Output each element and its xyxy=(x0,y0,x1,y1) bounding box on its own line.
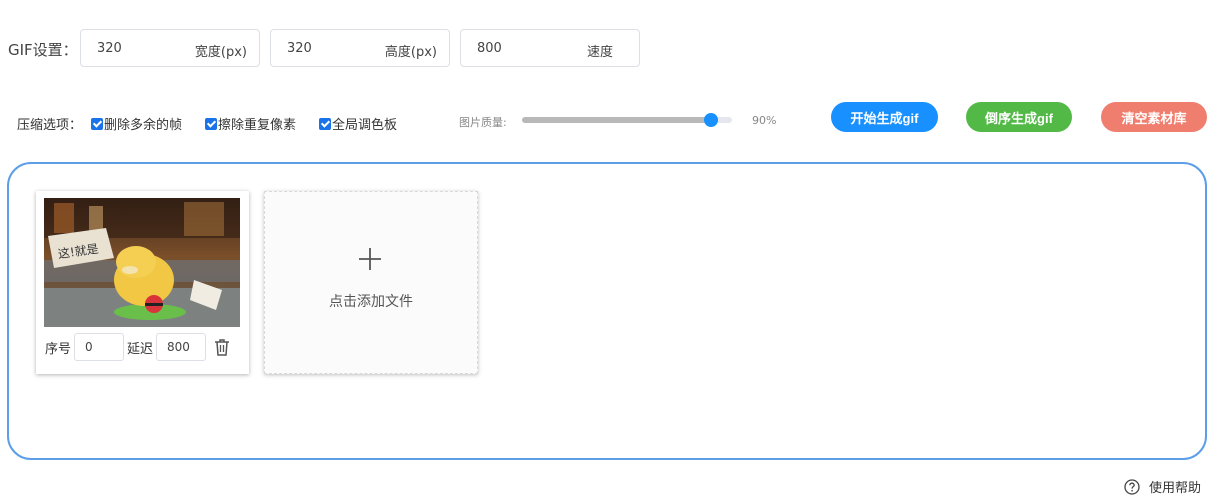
width-input[interactable]: 320 宽度(px) xyxy=(80,29,260,67)
plus-icon xyxy=(359,248,381,270)
delay-label: 延迟 xyxy=(127,341,154,357)
quality-label: 图片质量: xyxy=(459,116,507,129)
trash-icon[interactable] xyxy=(214,338,230,356)
checkbox-checked-icon[interactable] xyxy=(319,117,331,130)
quality-slider-fill xyxy=(522,117,711,123)
reverse-generate-gif-button[interactable]: 倒序生成gif xyxy=(966,102,1072,132)
quality-slider[interactable] xyxy=(522,113,732,127)
gif-settings-label: GIF设置： xyxy=(8,41,78,59)
quality-value: 90% xyxy=(752,114,777,127)
speed-value: 800 xyxy=(477,41,502,56)
speed-input[interactable]: 800 速度 xyxy=(460,29,640,67)
add-file-button[interactable]: 点击添加文件 xyxy=(264,191,478,374)
option-label: 全局调色板 xyxy=(332,118,398,133)
frame-card: 这!就是 序号 0 延迟 800 xyxy=(36,191,249,374)
material-library-area[interactable]: 这!就是 序号 0 延迟 800 点击添加文件 xyxy=(7,162,1207,460)
option-global-palette[interactable]: 全局调色板 xyxy=(319,114,397,133)
help-link[interactable]: 使用帮助 xyxy=(1124,477,1201,496)
add-file-label: 点击添加文件 xyxy=(329,294,413,310)
frame-thumbnail-image: 这!就是 xyxy=(44,198,240,327)
height-unit-label: 高度(px) xyxy=(384,45,437,60)
checkbox-checked-icon[interactable] xyxy=(91,117,103,130)
help-label: 使用帮助 xyxy=(1149,481,1202,496)
checkbox-checked-icon[interactable] xyxy=(205,117,217,130)
question-circle-icon xyxy=(1124,478,1140,495)
frame-controls: 序号 0 延迟 800 xyxy=(45,333,230,361)
option-label: 删除多余的帧 xyxy=(104,118,183,133)
delay-input[interactable]: 800 xyxy=(156,333,207,361)
order-input[interactable]: 0 xyxy=(74,333,125,361)
option-label: 擦除重复像素 xyxy=(218,118,297,133)
height-input[interactable]: 320 高度(px) xyxy=(270,29,450,67)
width-unit-label: 宽度(px) xyxy=(194,45,247,60)
order-label: 序号 xyxy=(45,341,72,357)
start-generate-gif-button[interactable]: 开始生成gif xyxy=(831,102,938,132)
width-value: 320 xyxy=(97,41,122,56)
quality-slider-handle[interactable] xyxy=(704,113,718,127)
option-erase-duplicate-pixels[interactable]: 擦除重复像素 xyxy=(205,114,296,133)
clear-library-button[interactable]: 清空素材库 xyxy=(1101,102,1207,132)
compression-label: 压缩选项： xyxy=(17,118,83,133)
height-value: 320 xyxy=(287,41,312,56)
speed-unit-label: 速度 xyxy=(586,45,613,60)
option-remove-redundant-frames[interactable]: 删除多余的帧 xyxy=(91,114,182,133)
